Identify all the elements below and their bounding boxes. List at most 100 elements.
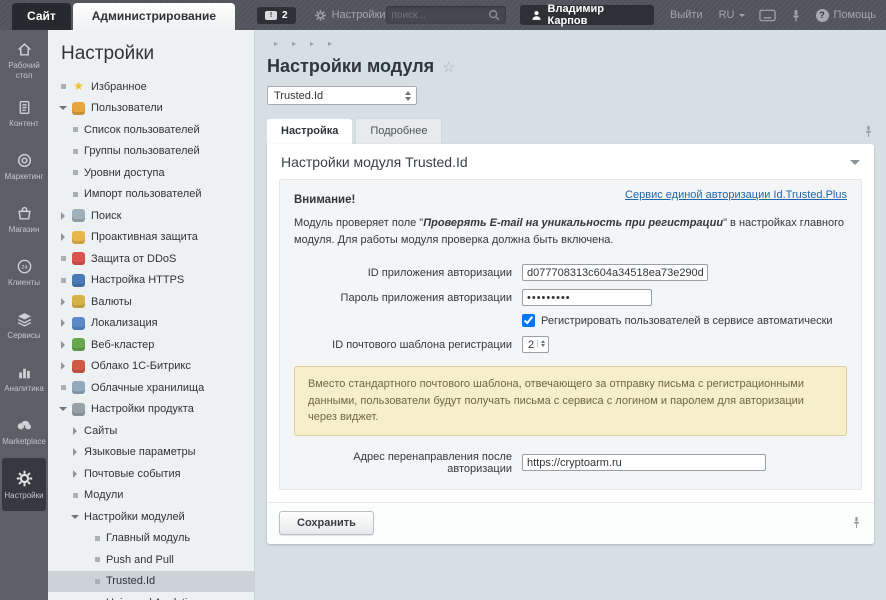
topbar-settings-button[interactable]: Настройки — [314, 9, 386, 22]
site-tab[interactable]: Сайт — [12, 3, 71, 30]
settings-icon — [15, 469, 34, 488]
rail-item[interactable]: Маркетинг — [2, 140, 46, 193]
sidebar-item[interactable]: Проактивная защита — [48, 227, 254, 249]
logout-link[interactable]: Выйти — [670, 9, 703, 21]
expand-toggle-icon[interactable] — [58, 233, 68, 241]
rail-item[interactable]: 24 Клиенты — [2, 246, 46, 299]
cloud-icon — [72, 359, 85, 373]
save-button[interactable]: Сохранить — [279, 510, 374, 535]
rail-item[interactable]: Сервисы — [2, 299, 46, 352]
breadcrumb-item[interactable] — [285, 38, 303, 49]
sidebar-item[interactable]: Сайты — [48, 420, 254, 442]
sidebar-item-label: Уровни доступа — [84, 166, 165, 179]
sidebar-item[interactable]: Trusted.Id — [48, 570, 254, 592]
user-menu-button[interactable]: Владимир Карпов — [519, 3, 655, 27]
expand-toggle-icon[interactable] — [58, 298, 68, 306]
settings-sidebar: Настройки ★ Избранное Пользователи Списо… — [48, 30, 255, 600]
tab-settings[interactable]: Настройка — [267, 119, 353, 144]
expand-toggle-icon[interactable] — [70, 470, 80, 478]
expand-toggle-icon[interactable] — [58, 341, 68, 349]
expand-toggle-icon[interactable] — [58, 212, 68, 220]
sidebar-item[interactable]: Импорт пользователей — [48, 184, 254, 206]
search-icon[interactable] — [488, 9, 500, 21]
expand-toggle-icon[interactable] — [58, 403, 68, 415]
stepper-arrows-icon — [537, 340, 546, 348]
collapse-arrow-icon[interactable] — [850, 159, 860, 170]
expand-toggle-icon[interactable] — [70, 427, 80, 435]
sidebar-item-label: Группы пользователей — [84, 145, 200, 158]
help-button[interactable]: ? Помощь — [815, 8, 876, 22]
bullet-marker — [70, 149, 80, 154]
language-selector[interactable]: RU — [719, 9, 745, 21]
bullet-marker — [70, 170, 80, 175]
breadcrumb — [267, 30, 874, 49]
sidebar-item[interactable]: Группы пользователей — [48, 141, 254, 163]
pin-icon[interactable] — [863, 125, 874, 138]
sidebar-item[interactable]: ★ Избранное — [48, 76, 254, 98]
sidebar-item[interactable]: Модули — [48, 485, 254, 507]
sidebar-item[interactable]: Защита от DDoS — [48, 248, 254, 270]
globe-icon — [72, 316, 85, 330]
sidebar-item-label: Поиск — [91, 209, 122, 222]
favorite-star-icon[interactable]: ☆ — [442, 58, 455, 76]
sidebar-item[interactable]: Настройка HTTPS — [48, 270, 254, 292]
sidebar-item[interactable]: Список пользователей — [48, 119, 254, 141]
sidebar-item[interactable]: Universal Analytics — [48, 592, 254, 600]
module-select[interactable]: Trusted.Id — [267, 86, 417, 105]
sidebar-item[interactable]: Настройки модулей — [48, 506, 254, 528]
admin-tab[interactable]: Администрирование — [72, 3, 236, 30]
bitrix-admin-window: Сайт Администрирование ! 2 Настройки Вла… — [0, 0, 886, 600]
sidebar-item[interactable]: Поиск — [48, 205, 254, 227]
password-label: Пароль приложения авторизации — [340, 291, 512, 304]
expand-toggle-icon[interactable] — [58, 102, 68, 114]
tab-details[interactable]: Подробнее — [355, 118, 443, 144]
sidebar-item[interactable]: Облачные хранилища — [48, 377, 254, 399]
sidebar-item[interactable]: Пользователи — [48, 98, 254, 120]
breadcrumb-item[interactable] — [267, 38, 285, 49]
rail-item[interactable]: Аналитика — [2, 352, 46, 405]
expand-toggle-icon[interactable] — [70, 511, 80, 523]
rail-item[interactable]: Marketplace — [2, 405, 46, 458]
sidebar-item[interactable]: Настройки продукта — [48, 399, 254, 421]
service-auth-link[interactable]: Сервис единой авторизации Id.Trusted.Plu… — [625, 189, 847, 201]
sidebar-item-label: Почтовые события — [84, 467, 181, 480]
sidebar-item[interactable]: Локализация — [48, 313, 254, 335]
rail-item[interactable]: Контент — [2, 87, 46, 140]
user-icon — [72, 101, 85, 115]
rail-item[interactable]: Магазин — [2, 193, 46, 246]
search-input[interactable] — [391, 9, 488, 21]
services-icon — [16, 311, 33, 328]
pin-icon-bottom[interactable] — [851, 516, 862, 529]
notifications-badge[interactable]: ! 2 — [257, 6, 296, 24]
rail-item-label: Контент — [9, 118, 39, 128]
expand-toggle-icon[interactable] — [58, 362, 68, 370]
sidebar-item-label: Push and Pull — [106, 553, 174, 566]
settings-panel: Настройки модуля Trusted.Id Сервис едино… — [267, 144, 874, 544]
sidebar-item[interactable]: Языковые параметры — [48, 442, 254, 464]
breadcrumb-item[interactable] — [321, 38, 339, 49]
rail-item[interactable]: Рабочий стол — [2, 34, 46, 87]
hotkeys-icon[interactable] — [758, 9, 776, 22]
mail-template-stepper[interactable]: 2 — [522, 336, 550, 354]
bullet-marker — [58, 84, 68, 89]
sidebar-item[interactable]: Веб-кластер — [48, 334, 254, 356]
sidebar-item[interactable]: Push and Pull — [48, 549, 254, 571]
redirect-field[interactable] — [522, 454, 766, 472]
breadcrumb-item[interactable] — [303, 38, 321, 49]
pin-panel-icon[interactable] — [790, 9, 802, 22]
password-field[interactable] — [522, 289, 652, 307]
auto-register-checkbox[interactable] — [522, 314, 535, 328]
redirect-label: Адрес перенаправления после авторизации — [353, 450, 512, 475]
sidebar-item[interactable]: Уровни доступа — [48, 162, 254, 184]
user-name: Владимир Карпов — [547, 3, 604, 27]
app-id-field[interactable] — [522, 264, 708, 282]
warning-text: Модуль проверяет поле "Проверять E-mail … — [294, 217, 845, 247]
rail-item-label: Настройки — [4, 490, 44, 500]
expand-toggle-icon[interactable] — [58, 319, 68, 327]
sidebar-item[interactable]: Валюты — [48, 291, 254, 313]
sidebar-item[interactable]: Облако 1С-Битрикс — [48, 356, 254, 378]
rail-item[interactable]: Настройки — [2, 458, 46, 511]
expand-toggle-icon[interactable] — [70, 448, 80, 456]
sidebar-item[interactable]: Почтовые события — [48, 463, 254, 485]
sidebar-item[interactable]: Главный модуль — [48, 528, 254, 550]
